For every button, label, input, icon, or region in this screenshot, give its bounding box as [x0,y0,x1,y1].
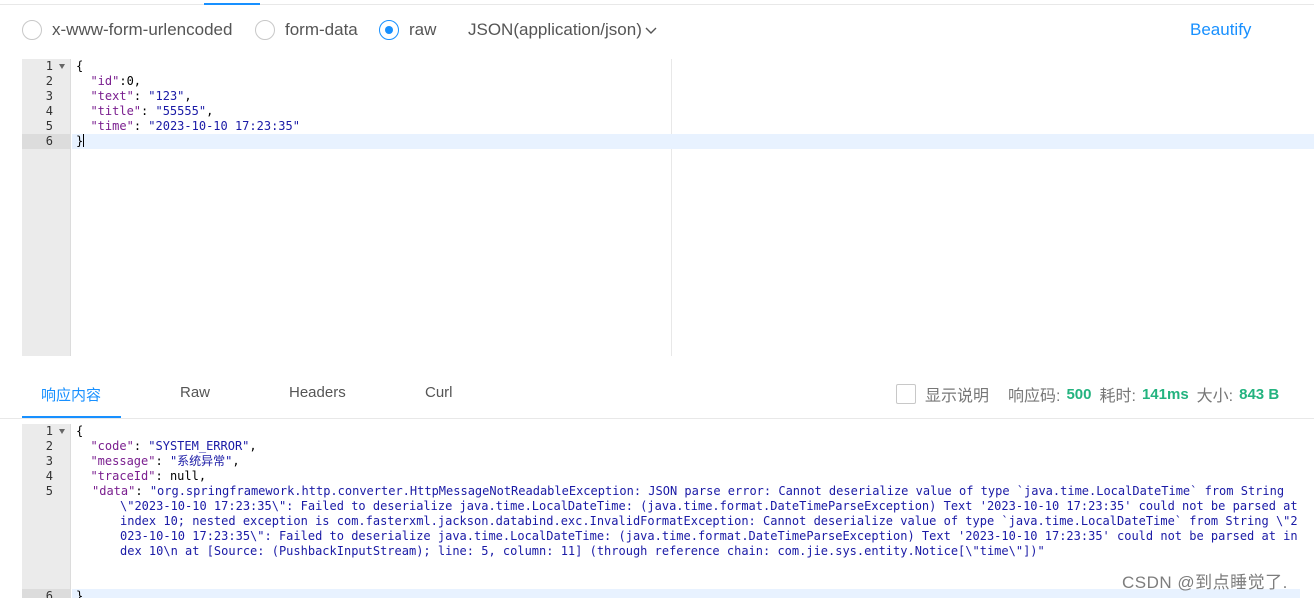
response-size-label: 大小: [1196,388,1234,405]
line-number-active: 6 [22,589,70,598]
fold-arrow-icon[interactable] [59,429,65,434]
code-line: "title": "55555", [90,104,214,118]
line-number: 1 [22,424,70,439]
status-code-label: 响应码: [1008,388,1061,405]
line-number: 2 [45,439,53,453]
line-number: 4 [45,104,53,118]
response-meta: 显示说明 响应码: 500 耗时: 141ms 大小: 843 B [896,382,1287,406]
code-line: "code": "SYSTEM_ERROR", [90,439,257,453]
code-line: "text": "123", [90,89,192,103]
line-number: 3 [45,89,53,103]
code-line: { [76,424,84,438]
radio-circle[interactable] [22,20,42,40]
code-line: "id":0, [90,74,142,88]
beautify-button[interactable]: Beautify [1190,20,1251,40]
body-type-bar: x-www-form-urlencoded form-data raw JSON… [0,12,1314,50]
body-tab-indicator [204,3,260,5]
radio-circle-checked[interactable] [379,20,399,40]
line-number-active: 6 [22,134,70,149]
line-number: 4 [45,469,53,483]
radio-form-data[interactable]: form-data [255,19,358,41]
line-number: 5 [45,119,53,133]
line-number: 5 [45,484,53,498]
elapsed-time-label: 耗时: [1099,388,1136,405]
line-number: 3 [45,454,53,468]
content-type-select[interactable]: JSON(application/json) [468,20,658,40]
active-tab-underline [22,416,121,418]
text-cursor [83,134,85,147]
code-line: "traceId": null, [90,469,207,483]
tab-curl[interactable]: Curl [425,384,453,401]
radio-x-www-form-urlencoded[interactable]: x-www-form-urlencoded [22,19,232,41]
line-number: 1 [22,59,70,74]
code-line: "message": "系统异常", [90,454,240,468]
radio-label: x-www-form-urlencoded [52,20,233,39]
radio-circle[interactable] [255,20,275,40]
fold-arrow-icon[interactable] [59,64,65,69]
show-description-checkbox[interactable] [896,384,916,404]
code-line-wrapped: "data": "org.springframework.http.conver… [92,484,1298,558]
radio-raw[interactable]: raw [379,19,436,41]
code-line: { [76,59,84,73]
content-type-value: JSON(application/json) [468,20,642,39]
line-number: 2 [45,74,53,88]
response-tab-bar: 响应内容 Raw Headers Curl 显示说明 响应码: 500 耗时: … [0,372,1314,419]
radio-label: raw [409,20,437,39]
show-description-label: 显示说明 [925,388,990,405]
response-code-area[interactable]: { "code": "SYSTEM_ERROR", "message": "系统… [72,424,1300,598]
csdn-watermark: CSDN @到点睡觉了. [1122,573,1288,592]
tab-response-content[interactable]: 响应内容 [41,384,101,405]
request-body-editor[interactable]: 1 2 3 4 5 6 { "id":0, "text": "123", "ti… [22,59,1314,356]
chevron-down-icon [645,27,657,34]
code-line: "time": "2023-10-10 17:23:35" [90,119,300,133]
tab-headers[interactable]: Headers [289,384,346,401]
tab-raw[interactable]: Raw [180,384,210,401]
code-line-active: } [72,589,1300,598]
top-divider [0,4,1314,5]
radio-label: form-data [285,20,358,39]
response-size-value: 843 B [1239,385,1280,403]
response-body-editor[interactable]: 1 2 3 4 5 6 { "code": "SYSTEM_ERROR", "m… [22,424,1314,598]
response-editor-gutter: 1 2 3 4 5 6 [22,424,71,598]
code-line-active: } [72,134,1314,149]
elapsed-time-value: 141ms [1141,385,1189,403]
request-code-area[interactable]: { "id":0, "text": "123", "title": "55555… [72,59,1314,149]
status-code-value: 500 [1066,385,1092,403]
request-editor-gutter: 1 2 3 4 5 6 [22,59,71,356]
